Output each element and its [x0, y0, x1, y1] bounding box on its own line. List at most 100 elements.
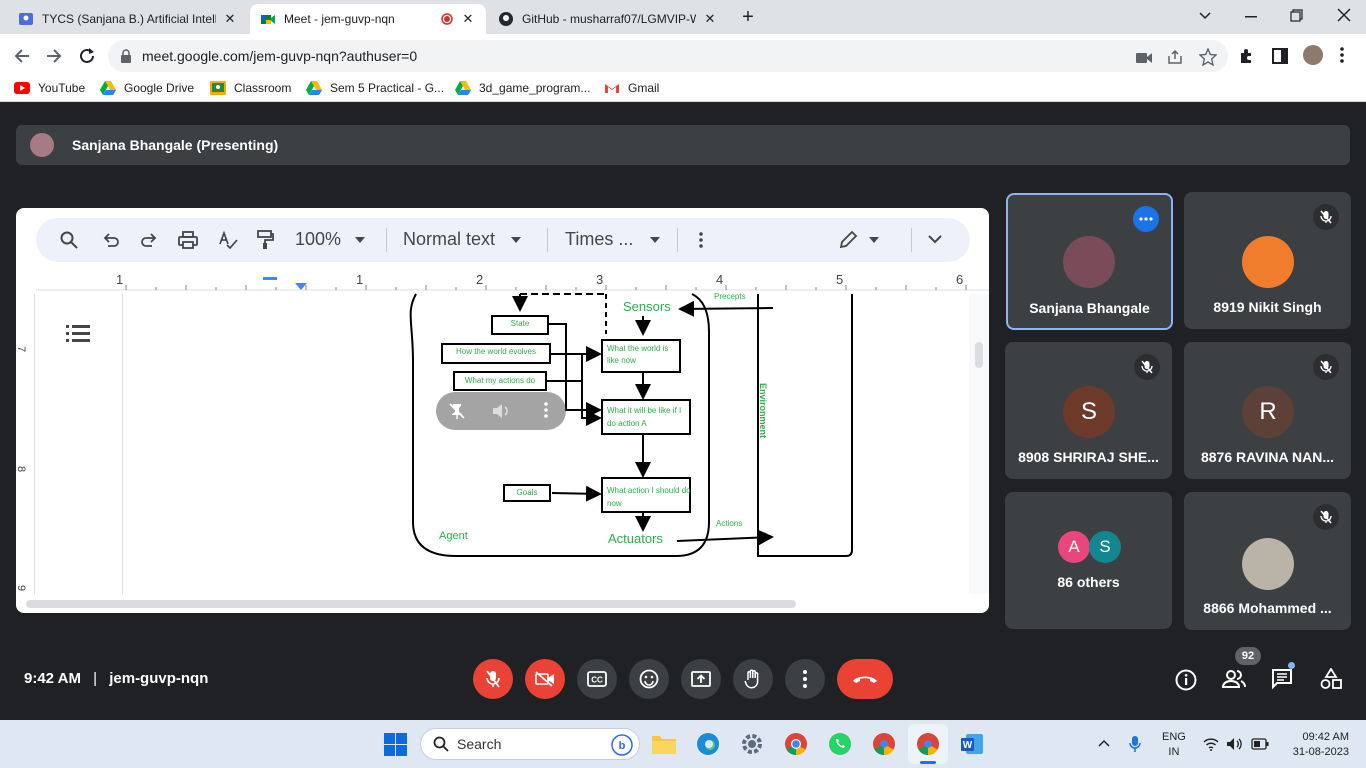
participant-tile[interactable]: 8919 Nikit Singh [1184, 192, 1351, 329]
end-call-icon [853, 676, 877, 683]
camera-in-use-icon[interactable] [1136, 52, 1152, 64]
paint-format-icon[interactable] [256, 230, 274, 250]
svg-text:W: W [963, 740, 973, 751]
bookmark-google-drive[interactable]: Google Drive [100, 81, 194, 95]
bookmark-sem5[interactable]: Sem 5 Practical - G... [306, 81, 444, 95]
zoom-select[interactable]: 100% [295, 229, 366, 250]
reactions-button[interactable] [629, 659, 669, 699]
participant-name: 8866 Mohammed ... [1203, 600, 1332, 616]
tray-chevron-icon[interactable] [1098, 739, 1110, 747]
microphone-toggle-button[interactable] [473, 659, 513, 699]
chrome-profile-icon[interactable] [871, 731, 897, 757]
settings-gear-icon[interactable] [739, 731, 765, 757]
people-icon[interactable] [1222, 670, 1246, 688]
spellcheck-icon[interactable] [218, 230, 238, 250]
chrome-icon[interactable] [783, 731, 809, 757]
close-window-icon[interactable] [1337, 8, 1351, 22]
print-icon[interactable] [178, 231, 198, 249]
url-text[interactable]: meet.google.com/jem-guvp-nqn?authuser=0 [142, 48, 417, 64]
edit-pencil-icon[interactable] [838, 230, 858, 250]
muted-indicator [1313, 354, 1339, 380]
word-icon[interactable]: W [959, 731, 985, 757]
activities-icon[interactable] [1320, 668, 1342, 690]
close-tab-icon[interactable]: ✕ [702, 11, 718, 27]
tab-classroom[interactable]: TYCS (Sanjana B.) Artificial Intellig ✕ [8, 4, 248, 34]
chrome-menu-icon[interactable] [1340, 47, 1344, 63]
recording-icon [441, 13, 453, 25]
dropdown-arrow-icon[interactable] [869, 237, 879, 243]
tab-github[interactable]: GitHub - musharraf07/LGMVIP-W ✕ [488, 4, 728, 34]
redo-icon[interactable] [140, 232, 158, 248]
leave-call-button[interactable] [837, 659, 893, 699]
first-line-indent-marker[interactable] [263, 277, 277, 280]
tab-search-chevron-icon[interactable] [1198, 9, 1212, 23]
participant-tile[interactable]: Sanjana Bhangale [1006, 193, 1173, 330]
meeting-info: 9:42 AM | jem-guvp-nqn [24, 670, 208, 687]
new-tab-button[interactable]: + [737, 6, 759, 28]
edge-icon[interactable] [695, 731, 721, 757]
taskbar-search[interactable]: Search b [420, 728, 640, 760]
speaker-icon[interactable] [1226, 737, 1242, 751]
chrome-active-icon[interactable] [915, 731, 941, 757]
horizontal-scrollbar[interactable] [26, 600, 796, 608]
more-options-icon[interactable] [544, 402, 548, 418]
bookmark-classroom[interactable]: Classroom [210, 81, 291, 95]
system-clock[interactable]: 09:42 AM 31-08-2023 [1283, 730, 1349, 760]
meeting-details-icon[interactable] [1175, 669, 1197, 691]
search-icon[interactable] [60, 231, 78, 249]
battery-icon[interactable] [1251, 738, 1269, 750]
microphone-icon[interactable] [1129, 735, 1141, 753]
reload-icon[interactable] [77, 46, 97, 66]
windows-start-icon[interactable] [384, 733, 407, 756]
restore-icon[interactable] [1290, 9, 1303, 22]
bookmark-3d-game[interactable]: 3d_game_program... [455, 81, 590, 95]
participant-tile[interactable]: S 8908 SHRIRAJ SHE... [1005, 342, 1172, 479]
tile-options-button[interactable] [1133, 206, 1159, 232]
more-options-icon[interactable] [699, 232, 703, 248]
profile-avatar[interactable] [1303, 45, 1323, 65]
more-options-button[interactable] [785, 659, 825, 699]
participant-tile[interactable]: 8866 Mohammed ... [1184, 492, 1351, 630]
file-explorer-icon[interactable] [651, 731, 677, 757]
left-indent-marker[interactable] [295, 283, 307, 290]
vertical-scrollbar-track[interactable] [969, 294, 989, 594]
document-outline-icon[interactable] [66, 324, 90, 344]
whatsapp-icon[interactable] [827, 731, 853, 757]
muted-indicator [1134, 354, 1160, 380]
bookmark-gmail[interactable]: Gmail [604, 81, 659, 95]
minimize-icon[interactable] [1245, 16, 1257, 18]
undo-icon[interactable] [102, 232, 120, 248]
language-indicator[interactable]: ENG IN [1162, 730, 1186, 760]
volume-icon[interactable] [491, 402, 511, 420]
unpin-icon[interactable] [448, 402, 466, 420]
font-select[interactable]: Times ... [565, 229, 661, 250]
wifi-icon[interactable] [1203, 737, 1219, 751]
meeting-code: jem-guvp-nqn [109, 670, 209, 687]
presenter-label: Sanjana Bhangale (Presenting) [72, 137, 279, 153]
captions-button[interactable]: CC [577, 659, 617, 699]
meeting-time: 9:42 AM [24, 670, 81, 687]
collapse-chevron-icon[interactable] [928, 234, 942, 244]
close-tab-icon[interactable]: ✕ [222, 11, 238, 27]
tab-meet[interactable]: Meet - jem-guvp-nqn ✕ [250, 4, 486, 34]
bookmark-youtube[interactable]: YouTube [14, 81, 85, 95]
address-bar[interactable]: meet.google.com/jem-guvp-nqn?authuser=0 [108, 40, 1228, 72]
muted-indicator [1313, 504, 1339, 530]
back-arrow-icon[interactable] [13, 47, 31, 65]
close-tab-icon[interactable]: ✕ [460, 11, 476, 27]
paragraph-style-select[interactable]: Normal text [403, 229, 522, 250]
bookmark-star-icon[interactable] [1199, 48, 1217, 66]
vertical-scrollbar-thumb[interactable] [975, 342, 983, 368]
lock-icon[interactable] [120, 49, 132, 63]
extensions-icon[interactable] [1238, 47, 1256, 65]
camera-toggle-button[interactable] [525, 659, 565, 699]
chat-icon[interactable] [1271, 668, 1293, 690]
present-button[interactable] [681, 659, 721, 699]
participant-tile[interactable]: R 8876 RAVINA NAN... [1184, 342, 1351, 479]
raise-hand-button[interactable] [733, 659, 773, 699]
side-panel-icon[interactable] [1272, 48, 1288, 64]
forward-arrow-icon[interactable] [45, 47, 63, 65]
dropdown-arrow-icon [355, 236, 366, 243]
share-icon[interactable] [1167, 49, 1183, 65]
others-tile[interactable]: A S 86 others [1005, 492, 1172, 629]
